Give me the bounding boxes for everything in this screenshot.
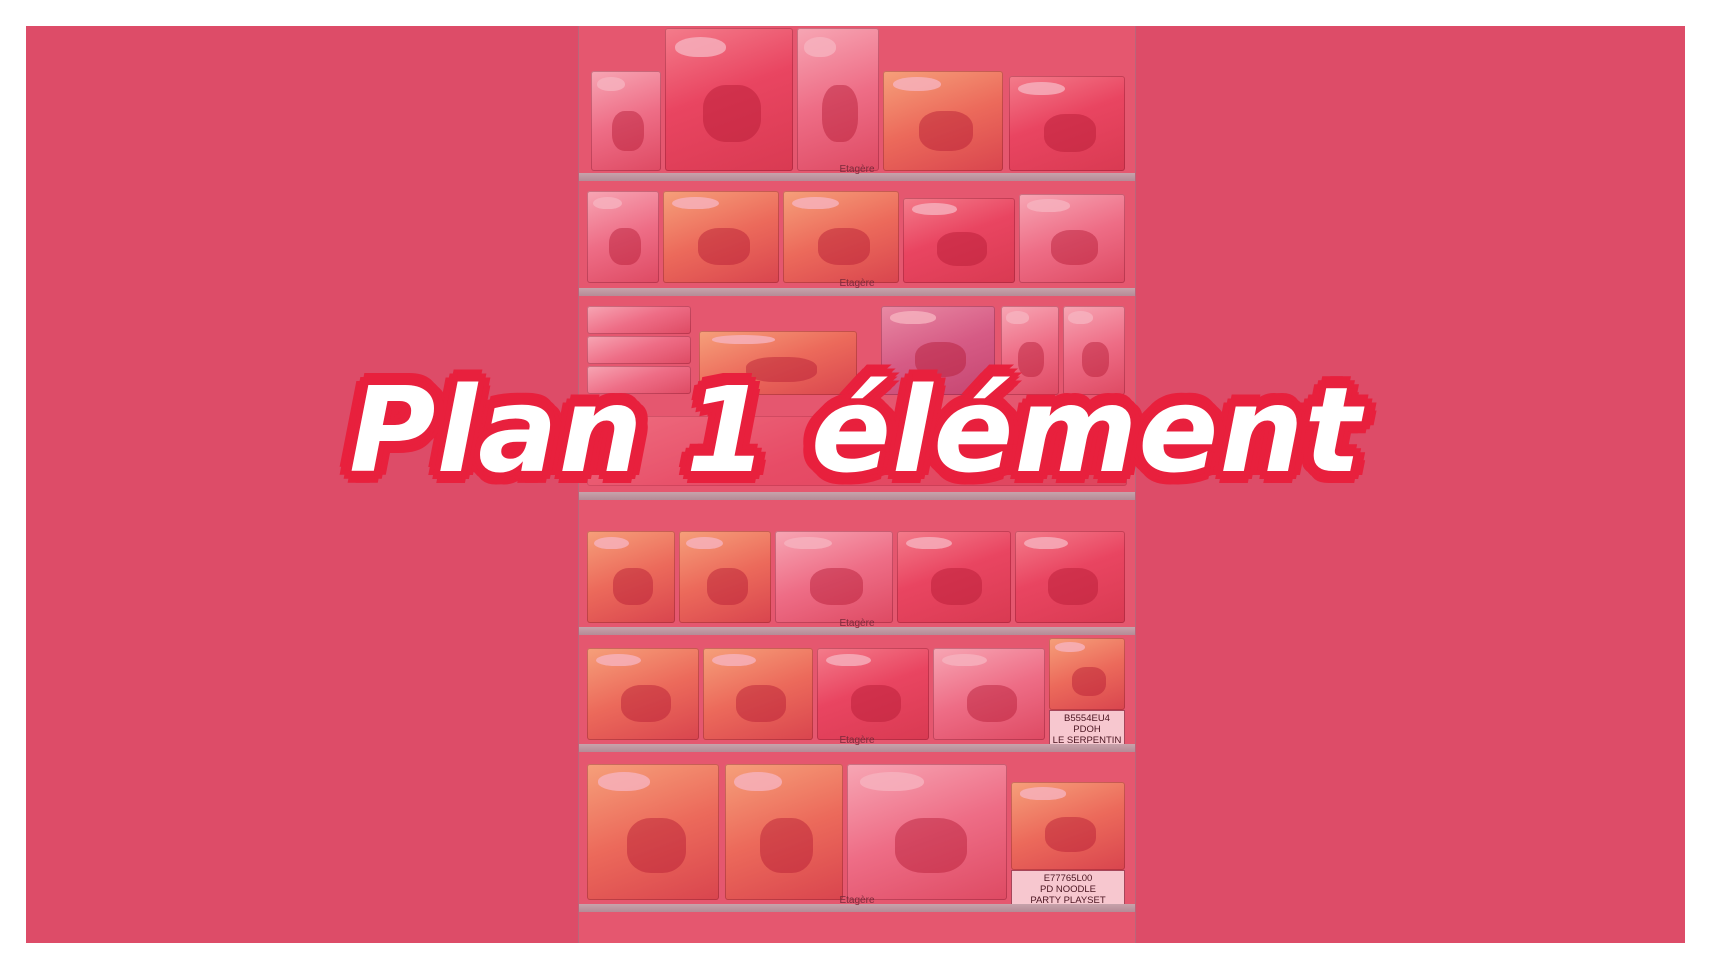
product-box	[587, 191, 659, 283]
product-box	[897, 531, 1011, 623]
shelf-label: Etagère	[839, 735, 875, 746]
shelf-label: Etagère	[839, 895, 875, 906]
product-box	[725, 764, 843, 900]
product-box	[1015, 531, 1125, 623]
product-box	[587, 648, 699, 740]
product-box	[775, 531, 893, 623]
product-box	[1049, 638, 1125, 710]
sku-line: PD NOODLE	[1040, 884, 1096, 895]
sku-code: E77765L00	[1043, 873, 1093, 884]
product-box	[1011, 782, 1125, 870]
product-box	[903, 198, 1015, 283]
product-box	[703, 648, 813, 740]
product-box	[679, 531, 771, 623]
page-title: Plan 1 élément	[349, 361, 1362, 499]
shelf-label: Etagère	[839, 164, 875, 175]
product-box	[587, 306, 691, 334]
product-box	[817, 648, 929, 740]
shelf-label: Etagère	[839, 618, 875, 629]
product-box	[783, 191, 899, 283]
sku-line: PDOH	[1073, 724, 1101, 735]
product-box	[1019, 194, 1125, 283]
product-box	[797, 28, 879, 171]
product-box	[587, 764, 719, 900]
sku-code: B5554EU4	[1064, 713, 1110, 724]
product-box	[883, 71, 1003, 171]
product-box	[847, 764, 1007, 900]
product-box	[1009, 76, 1125, 171]
product-box	[591, 71, 661, 171]
shelf-board	[579, 288, 1135, 296]
shelf-label: Etagère	[839, 278, 875, 289]
product-box	[665, 28, 793, 171]
product-box	[933, 648, 1045, 740]
product-box	[663, 191, 779, 283]
product-box	[587, 531, 675, 623]
